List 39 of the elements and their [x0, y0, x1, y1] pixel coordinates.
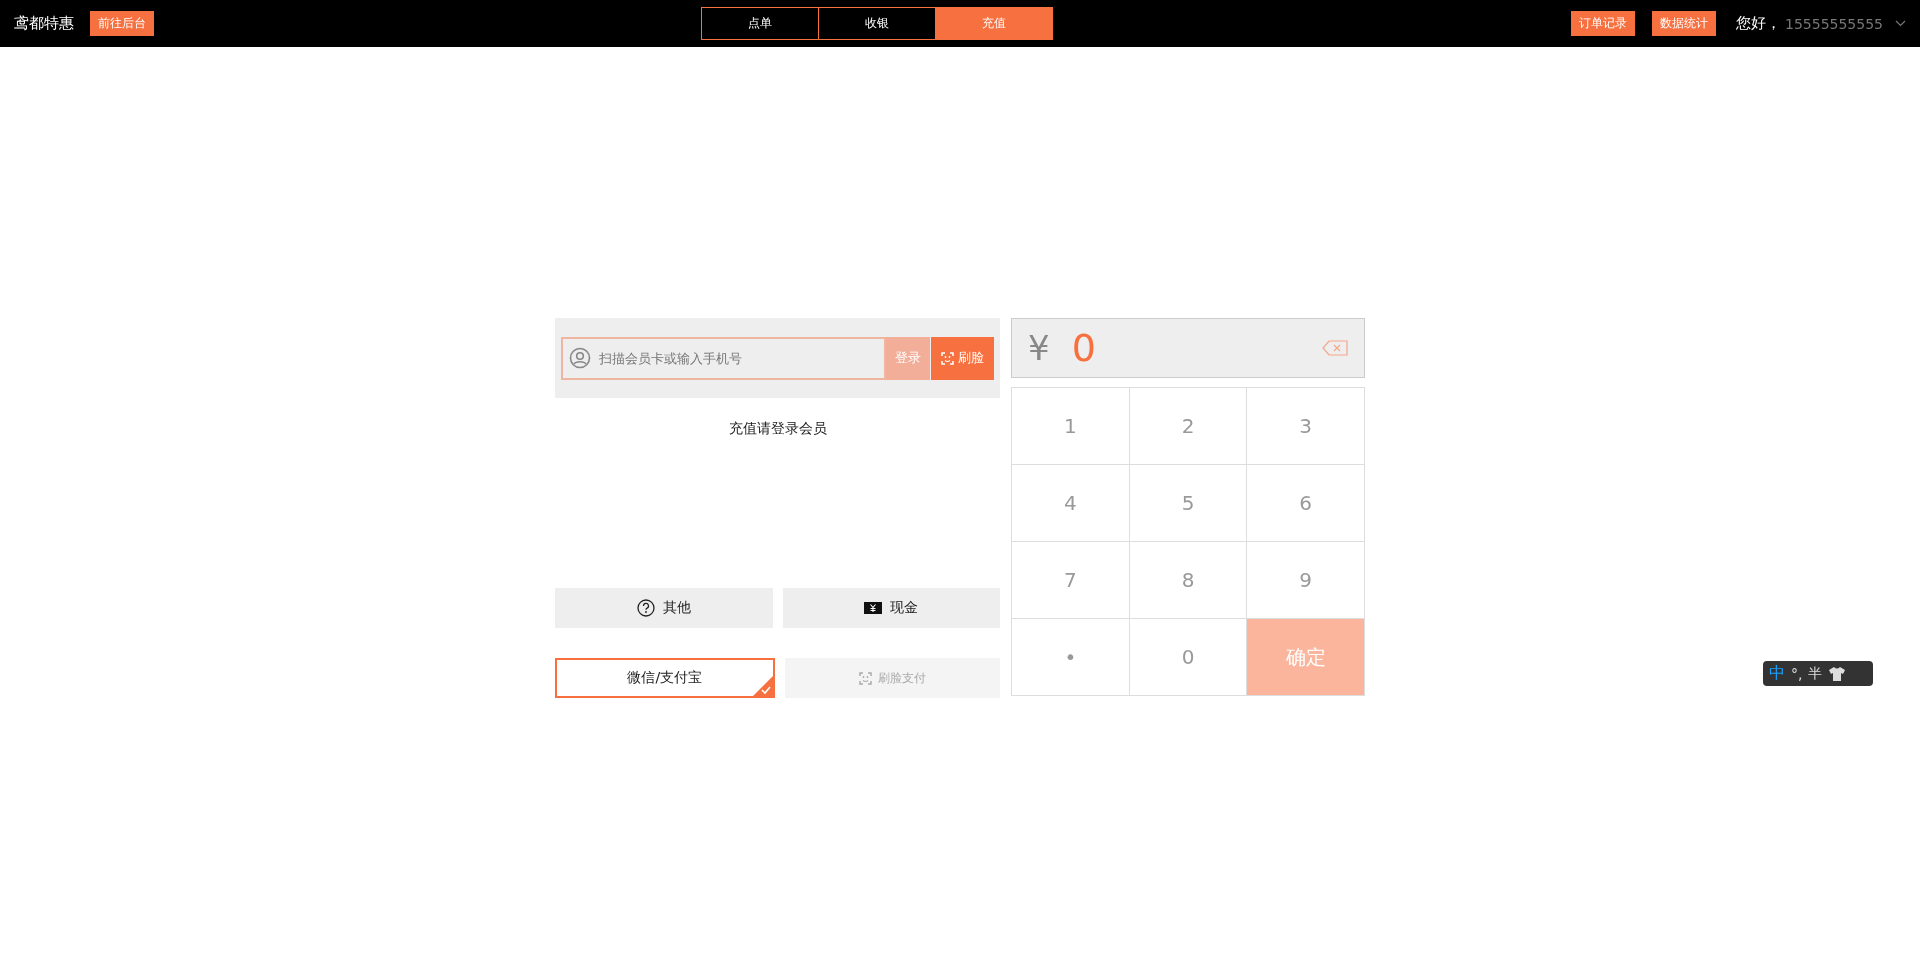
header-button[interactable]: 数据统计 [1652, 11, 1716, 36]
nav-tab[interactable]: 收银 [818, 7, 936, 40]
keypad-key[interactable]: 1 [1012, 388, 1130, 465]
phone-input-field[interactable]: 扫描会员卡或输入手机号 [561, 336, 886, 380]
ime-width[interactable]: 半 [1808, 664, 1823, 683]
ime-punctuation[interactable]: °, [1791, 665, 1803, 682]
ime-mode[interactable]: 中 [1769, 663, 1785, 684]
currency-symbol: ¥ [1028, 328, 1050, 368]
keypad-key[interactable]: • [1012, 619, 1130, 696]
payment-option[interactable]: 微信/支付宝 [555, 658, 775, 698]
user-icon [569, 346, 591, 369]
keypad-key[interactable]: 8 [1129, 542, 1248, 619]
chevron-down-icon[interactable] [1895, 20, 1906, 27]
payment-method-button[interactable]: 其他 [555, 588, 773, 628]
shirt-icon[interactable] [1828, 665, 1847, 682]
keypad-key[interactable]: 5 [1129, 465, 1248, 542]
face-login-button[interactable]: 刷脸 [931, 336, 994, 380]
payment-method-button[interactable]: 现金 [782, 588, 1000, 628]
selected-check-icon [752, 676, 773, 696]
keypad-key[interactable]: 7 [1012, 542, 1130, 619]
brand-name: 鸢都特惠 [14, 14, 74, 33]
keypad-key[interactable]: 9 [1247, 542, 1365, 619]
nav-tab[interactable]: 点单 [701, 7, 819, 40]
amount-value: 0 [1071, 326, 1096, 370]
greeting: 您好， [1736, 14, 1781, 33]
help-icon [636, 599, 655, 617]
cash-icon [864, 602, 883, 614]
header-button[interactable]: 订单记录 [1571, 11, 1635, 36]
nav-tab[interactable]: 充值 [935, 7, 1053, 40]
keypad-key[interactable]: 4 [1012, 465, 1130, 542]
login-notice: 充值请登录会员 [728, 420, 827, 436]
backend-button[interactable]: 前往后台 [90, 11, 154, 36]
face-scan-icon [941, 351, 954, 365]
keypad-key[interactable]: 0 [1129, 619, 1248, 696]
keypad-key[interactable]: 6 [1247, 465, 1365, 542]
keypad-key[interactable]: 2 [1129, 388, 1248, 465]
keypad-key[interactable]: 3 [1247, 388, 1365, 465]
face-scan-icon [858, 671, 872, 685]
user-menu[interactable]: 15555555555 [1785, 15, 1883, 32]
